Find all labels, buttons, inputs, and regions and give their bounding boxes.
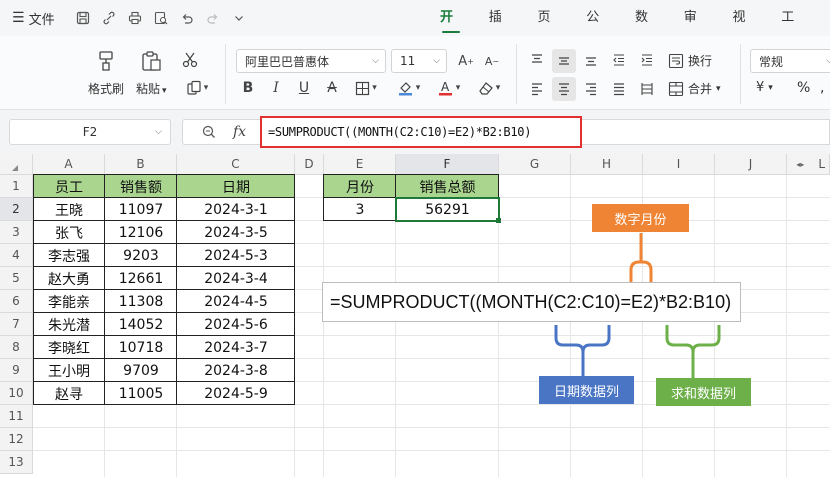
sum-brace: [665, 325, 721, 354]
date-brace: [554, 325, 611, 354]
date-column-label: 日期数据列: [539, 376, 634, 404]
sum-column-label: 求和数据列: [656, 378, 751, 406]
formula-callout: =SUMPRODUCT((MONTH(C2:C10)=E2)*B2:B10): [322, 282, 741, 322]
